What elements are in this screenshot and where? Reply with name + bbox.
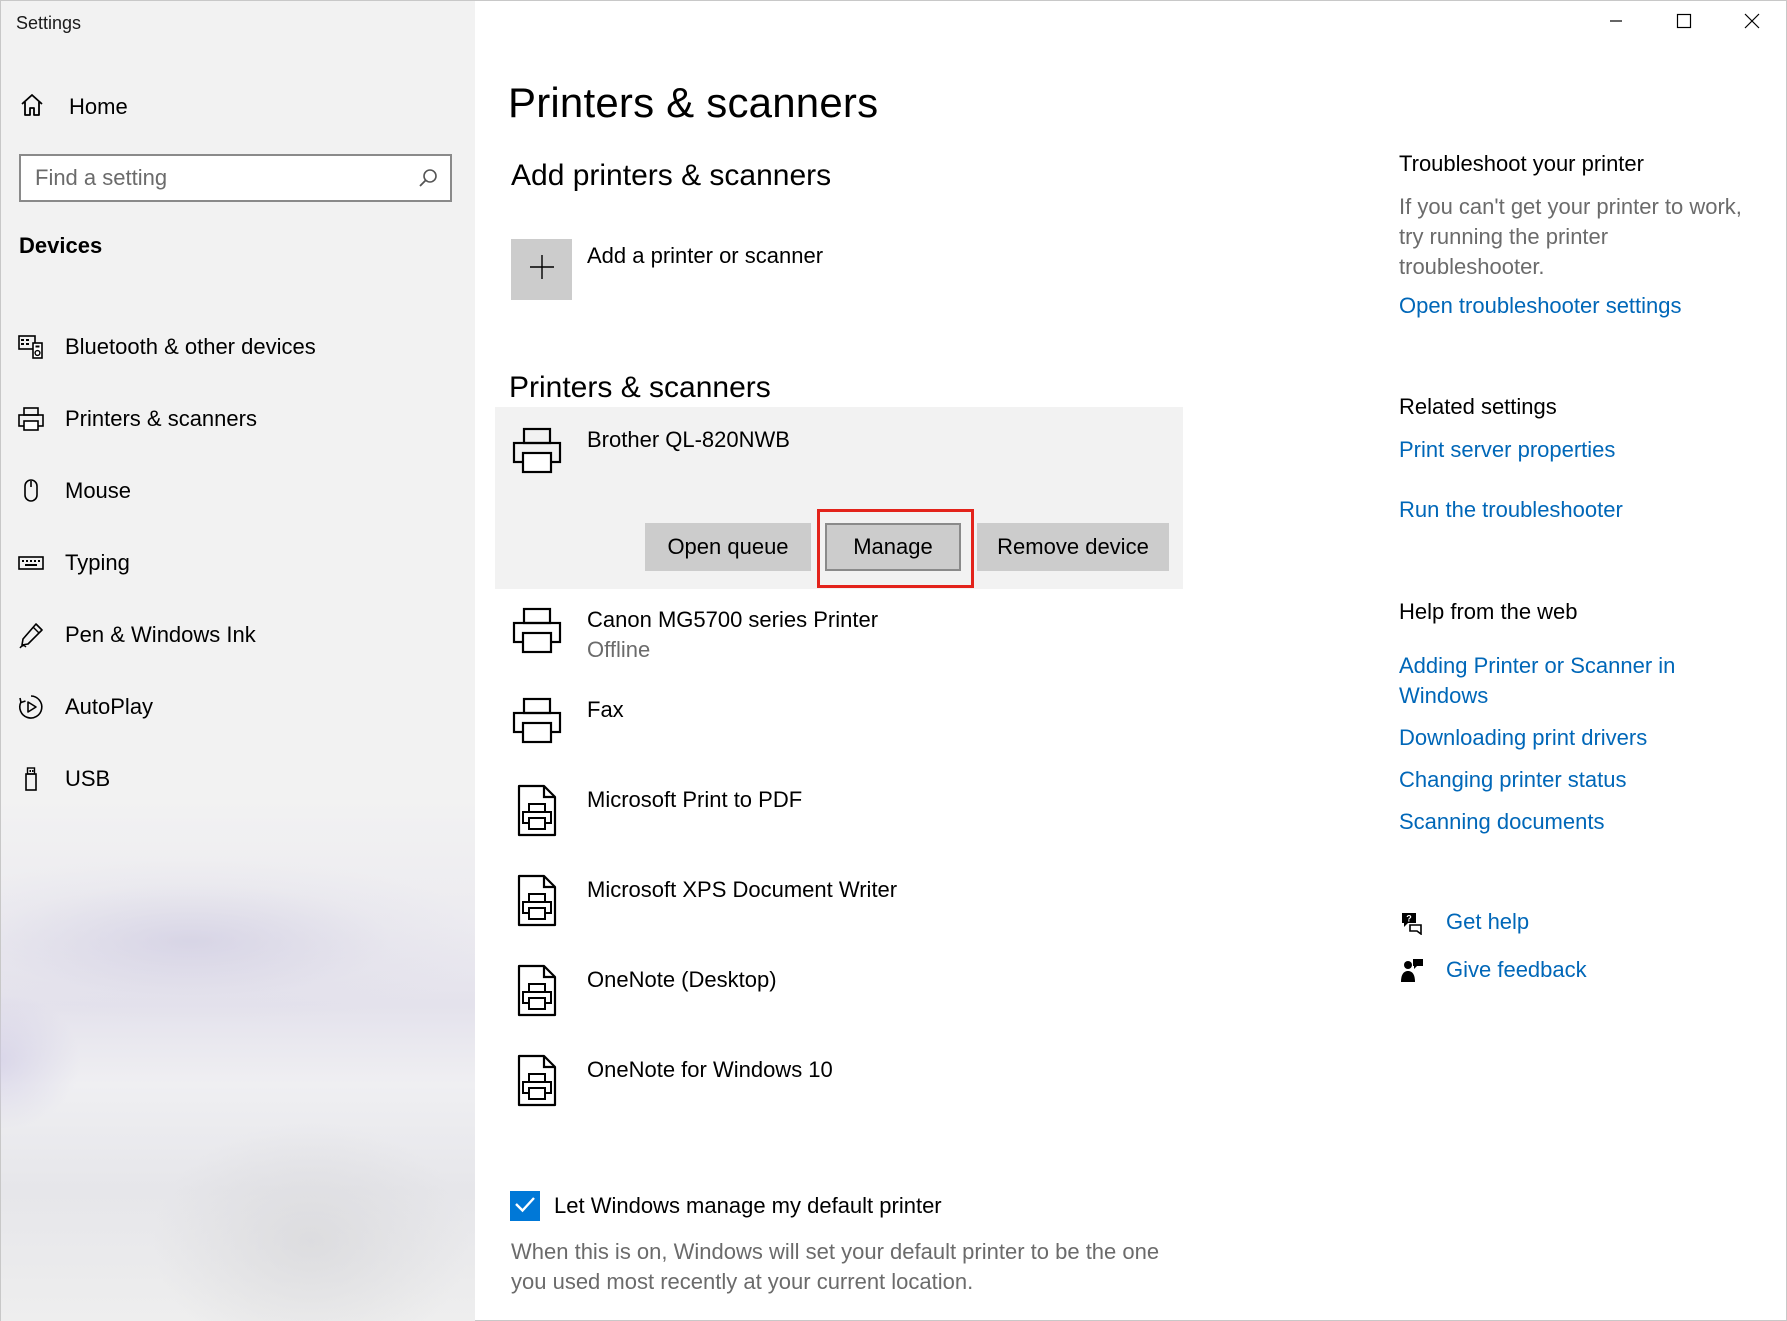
help-link-downloading-drivers[interactable]: Downloading print drivers [1399, 723, 1759, 753]
keyboard-icon [17, 549, 45, 577]
sidebar-item-bluetooth[interactable]: Bluetooth & other devices [17, 311, 457, 383]
printer-icon [509, 693, 565, 749]
search-box [19, 154, 452, 202]
document-printer-icon [509, 873, 565, 929]
add-section-title: Add printers & scanners [511, 159, 832, 192]
sidebar-item-label: Bluetooth & other devices [65, 334, 316, 359]
sidebar-acrylic-glow [0, 991, 81, 1131]
get-help-label: Get help [1446, 909, 1530, 934]
device-name: OneNote (Desktop) [587, 967, 777, 992]
give-feedback-link[interactable]: Give feedback [1399, 957, 1587, 983]
pen-icon [17, 621, 45, 649]
maximize-button[interactable] [1650, 1, 1718, 45]
sidebar-item-mouse[interactable]: Mouse [17, 455, 457, 527]
remove-device-button[interactable]: Remove device [977, 523, 1169, 571]
device-name: Microsoft Print to PDF [587, 787, 803, 812]
search-icon[interactable] [416, 166, 440, 190]
default-printer-description: When this is on, Windows will set your d… [511, 1239, 1160, 1294]
device-name: Brother QL-820NWB [587, 427, 790, 452]
app-title: Settings [16, 13, 82, 33]
mouse-icon [17, 477, 45, 505]
device-item[interactable]: Brother QL-820NWB [509, 423, 790, 479]
sidebar-item-label: Pen & Windows Ink [65, 622, 256, 647]
add-printer-row[interactable]: Add a printer or scanner [511, 239, 823, 301]
plus-icon [528, 253, 556, 286]
default-printer-checkbox[interactable] [510, 1191, 540, 1221]
sidebar-item-label: Printers & scanners [65, 406, 257, 431]
page-title: Printers & scanners [508, 79, 879, 126]
svg-text:?: ? [1406, 914, 1412, 924]
printers-list-title: Printers & scanners [509, 371, 771, 404]
sidebar-item-home[interactable]: Home [19, 89, 128, 125]
related-settings-title: Related settings [1399, 394, 1557, 419]
document-printer-icon [509, 1053, 565, 1109]
checkmark-icon [513, 1192, 537, 1221]
bluetooth-devices-icon [17, 333, 45, 361]
sidebar-item-usb[interactable]: USB [17, 743, 457, 815]
document-printer-icon [509, 963, 565, 1019]
device-name: Canon MG5700 series Printer [587, 607, 879, 632]
help-link-scanning[interactable]: Scanning documents [1399, 807, 1759, 837]
device-item[interactable]: Microsoft Print to PDF [509, 783, 802, 839]
usb-icon [17, 765, 45, 793]
device-item[interactable]: Fax [509, 693, 624, 749]
default-printer-option[interactable]: Let Windows manage my default printer [510, 1191, 942, 1221]
sidebar-item-typing[interactable]: Typing [17, 527, 457, 599]
chat-help-icon: ? [1399, 909, 1425, 935]
sidebar-item-label: AutoPlay [65, 694, 154, 719]
device-item[interactable]: Microsoft XPS Document Writer [509, 873, 897, 929]
window-controls [1582, 1, 1786, 45]
sidebar-nav: Bluetooth & other devices Printers & sca… [17, 311, 457, 815]
section-label: Devices [19, 233, 103, 258]
minimize-icon [1608, 13, 1624, 34]
add-printer-label: Add a printer or scanner [587, 243, 824, 268]
autoplay-icon [17, 693, 45, 721]
sidebar-item-label: USB [65, 766, 111, 791]
troubleshoot-title: Troubleshoot your printer [1399, 151, 1644, 176]
get-help-link[interactable]: ? Get help [1399, 909, 1529, 935]
default-printer-label: Let Windows manage my default printer [554, 1193, 942, 1218]
sidebar-item-printers[interactable]: Printers & scanners [17, 383, 457, 455]
help-link-printer-status[interactable]: Changing printer status [1399, 765, 1759, 795]
run-troubleshooter-link[interactable]: Run the troubleshooter [1399, 495, 1759, 525]
minimize-button[interactable] [1582, 1, 1650, 45]
help-web-title: Help from the web [1399, 599, 1578, 624]
print-server-properties-link[interactable]: Print server properties [1399, 435, 1759, 465]
device-name: Microsoft XPS Document Writer [587, 877, 898, 902]
sidebar-item-label: Typing [65, 550, 130, 575]
printer-icon [509, 423, 565, 479]
sidebar-item-pen[interactable]: Pen & Windows Ink [17, 599, 457, 671]
home-icon [19, 92, 45, 123]
open-troubleshooter-link[interactable]: Open troubleshooter settings [1399, 291, 1759, 321]
feedback-icon [1399, 957, 1425, 983]
device-status: Offline [587, 637, 651, 662]
close-button[interactable] [1718, 1, 1786, 45]
printer-icon [509, 603, 565, 659]
troubleshoot-text: If you can't get your printer to work, t… [1399, 194, 1742, 279]
close-icon [1744, 13, 1760, 34]
add-printer-button[interactable] [511, 239, 572, 300]
maximize-icon [1676, 13, 1692, 34]
device-item[interactable]: OneNote (Desktop) [509, 963, 777, 1019]
device-item[interactable]: OneNote for Windows 10 [509, 1053, 833, 1109]
manage-highlight-box [817, 509, 974, 588]
settings-window: Settings Home Devices Bluetooth & other … [0, 0, 1787, 1321]
document-printer-icon [509, 783, 565, 839]
printer-icon [17, 405, 45, 433]
sidebar-acrylic-glow [151, 1121, 471, 1321]
help-link-adding-printer[interactable]: Adding Printer or Scanner in Windows [1399, 651, 1699, 711]
device-name: OneNote for Windows 10 [587, 1057, 833, 1082]
sidebar-item-label: Home [69, 94, 128, 119]
sidebar-item-label: Mouse [65, 478, 132, 503]
device-item[interactable]: Canon MG5700 series Printer Offline [509, 603, 878, 665]
device-name: Fax [587, 697, 624, 722]
give-feedback-label: Give feedback [1446, 957, 1587, 982]
search-input[interactable] [35, 164, 405, 192]
sidebar-item-autoplay[interactable]: AutoPlay [17, 671, 457, 743]
sidebar: Settings Home Devices Bluetooth & other … [0, 1, 475, 1321]
open-queue-button[interactable]: Open queue [645, 523, 811, 571]
